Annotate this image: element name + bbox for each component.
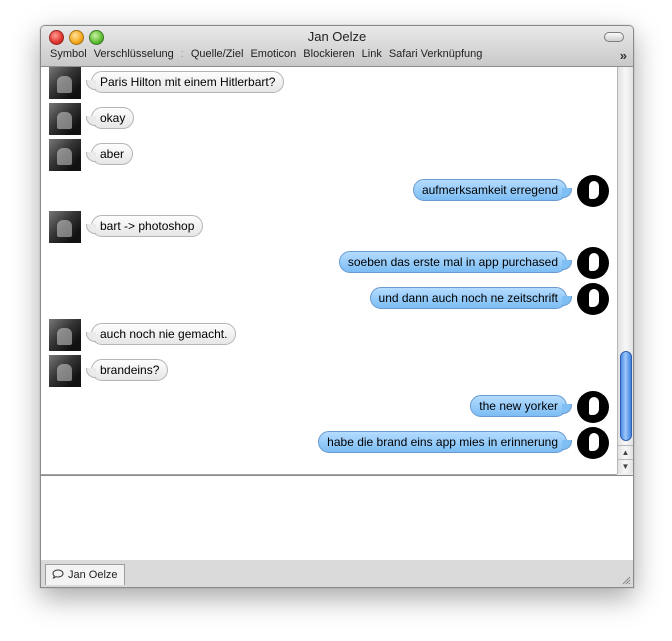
window-toolbar: Jan Oelze Symbol Verschlüsselung: Quelle/Z… bbox=[41, 26, 633, 67]
message-row: bart -> photoshop bbox=[41, 211, 617, 243]
chat-transcript[interactable]: Paris Hilton mit einem Hitlerbart? okay ab… bbox=[41, 67, 617, 475]
buddy-message-bubble: brandeins? bbox=[85, 359, 169, 381]
self-message-bubble: soeben das erste mal in app purchased bbox=[338, 251, 573, 273]
message-row: auch noch nie gemacht. bbox=[41, 319, 617, 351]
scroll-thumb[interactable] bbox=[620, 351, 632, 441]
buddy-avatar bbox=[49, 67, 81, 99]
toolbar-block[interactable]: Blockieren bbox=[303, 48, 354, 60]
toolbar-items: Symbol Verschlüsselung: Quelle/Ziel Emotico… bbox=[50, 48, 489, 60]
toolbar-emoticon[interactable]: Emoticon bbox=[250, 48, 296, 60]
chat-window: Jan Oelze Symbol Verschlüsselung: Quelle/Z… bbox=[40, 25, 634, 588]
message-row: Paris Hilton mit einem Hitlerbart? bbox=[41, 67, 617, 99]
message-row: aufmerksamkeit erregend bbox=[41, 175, 617, 207]
buddy-message-bubble: okay bbox=[85, 107, 135, 129]
message-row: soeben das erste mal in app purchased bbox=[41, 247, 617, 279]
buddy-message-bubble: auch noch nie gemacht. bbox=[85, 323, 237, 345]
message-row: the new yorker bbox=[41, 391, 617, 423]
toolbar-separator: : bbox=[180, 48, 184, 60]
message-row: und dann auch noch ne zeitschrift bbox=[41, 283, 617, 315]
toolbar-safari-link[interactable]: Safari Verknüpfung bbox=[389, 48, 483, 60]
speech-bubble-icon bbox=[52, 569, 64, 579]
toolbar-link[interactable]: Link bbox=[362, 48, 382, 60]
self-avatar bbox=[577, 283, 609, 315]
buddy-avatar bbox=[49, 355, 81, 387]
buddy-avatar bbox=[49, 139, 81, 171]
message-row: okay bbox=[41, 103, 617, 135]
buddy-message-bubble: bart -> photoshop bbox=[85, 215, 204, 237]
buddy-avatar bbox=[49, 103, 81, 135]
tab-bar: Jan Oelze bbox=[41, 560, 633, 587]
scroll-up-icon[interactable]: ▲ bbox=[618, 445, 633, 460]
self-message-bubble: aufmerksamkeit erregend bbox=[412, 179, 573, 201]
self-message-bubble: und dann auch noch ne zeitschrift bbox=[369, 287, 573, 309]
window-title: Jan Oelze bbox=[307, 29, 367, 44]
buddy-message-bubble: Paris Hilton mit einem Hitlerbart? bbox=[85, 71, 285, 93]
self-message-bubble: habe die brand eins app mies in erinneru… bbox=[318, 431, 572, 453]
transcript-scrollbar[interactable]: ▲ ▼ bbox=[617, 67, 633, 474]
toolbar-encryption[interactable]: Verschlüsselung bbox=[94, 48, 174, 60]
tab-jan-oelze[interactable]: Jan Oelze bbox=[45, 564, 125, 585]
toolbar-source-target[interactable]: Quelle/Ziel bbox=[191, 48, 244, 60]
message-row: aber bbox=[41, 139, 617, 171]
self-message-bubble: the new yorker bbox=[470, 395, 572, 417]
self-avatar bbox=[577, 391, 609, 423]
message-input[interactable] bbox=[41, 475, 633, 561]
toolbar-symbol[interactable]: Symbol bbox=[50, 48, 87, 60]
self-avatar bbox=[577, 247, 609, 279]
self-avatar bbox=[577, 427, 609, 459]
self-avatar bbox=[577, 175, 609, 207]
buddy-avatar bbox=[49, 319, 81, 351]
resize-grip-icon[interactable] bbox=[621, 575, 631, 585]
message-row: brandeins? bbox=[41, 355, 617, 387]
tab-label: Jan Oelze bbox=[68, 569, 118, 581]
toolbar-overflow-icon[interactable]: » bbox=[620, 48, 627, 63]
scroll-down-icon[interactable]: ▼ bbox=[618, 459, 633, 474]
toolbar-toggle-button[interactable] bbox=[604, 32, 624, 42]
message-row: habe die brand eins app mies in erinneru… bbox=[41, 427, 617, 459]
buddy-avatar bbox=[49, 211, 81, 243]
buddy-message-bubble: aber bbox=[85, 143, 134, 165]
